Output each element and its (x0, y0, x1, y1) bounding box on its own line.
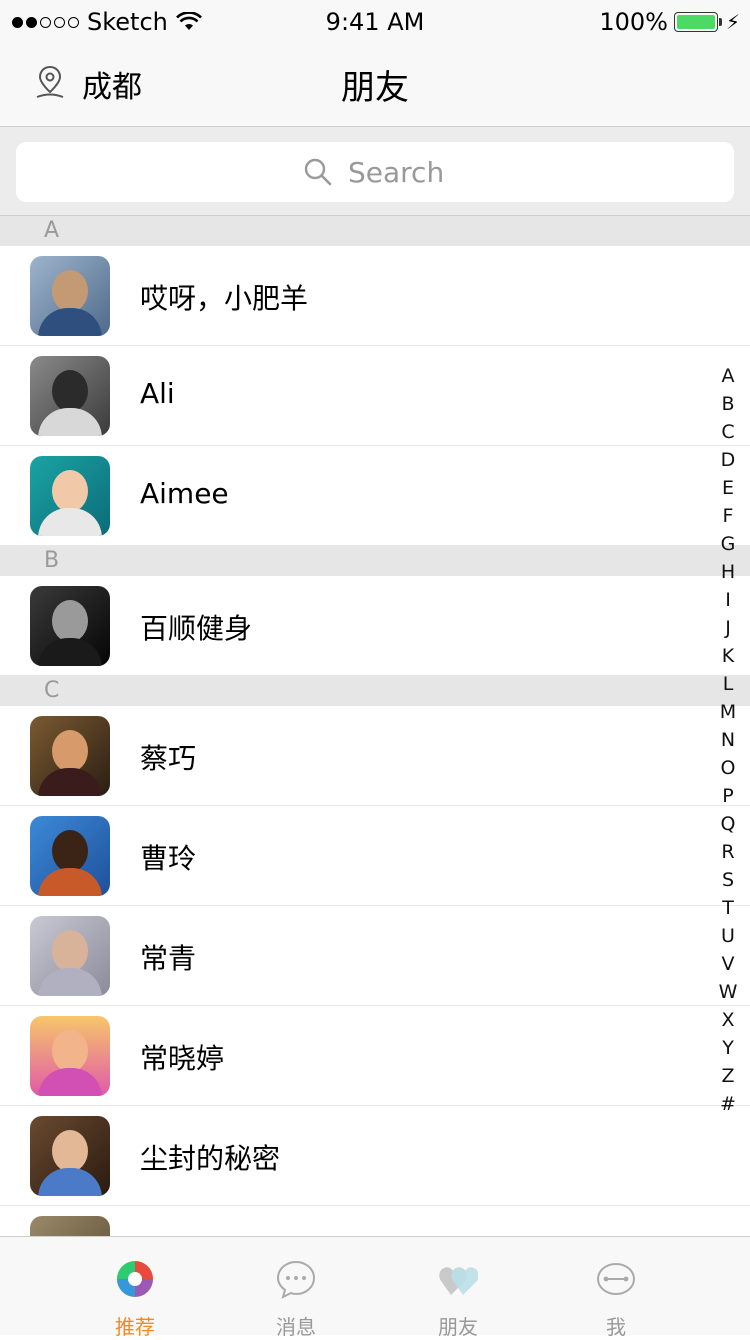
status-bar: Sketch 9:41 AM 100% ⚡ (0, 0, 750, 44)
message-icon (276, 1260, 316, 1299)
section-header-b: B (0, 546, 750, 576)
section-header-c: C (0, 676, 750, 706)
contact-name: 常青 (140, 942, 197, 975)
contact-name: Ali (140, 377, 175, 410)
avatar (30, 816, 110, 896)
contact-name: 尘封的秘密 (140, 1142, 281, 1175)
page-title: 朋友 (341, 68, 409, 108)
avatar (30, 256, 110, 336)
contact-row[interactable]: 蔡巧 (0, 706, 750, 806)
index-letter[interactable]: C (716, 418, 740, 446)
contact-name: 常晓婷 (140, 1042, 225, 1075)
contact-row[interactable]: 百顺健身 (0, 576, 750, 676)
alphabet-index[interactable]: A B C D E F G H I J K L M N O P Q R S T U V W X Y Z # (716, 362, 740, 1118)
avatar (30, 1016, 110, 1096)
tab-label: 消息 (276, 1315, 316, 1339)
contact-row[interactable]: 尘封的秘密 (0, 1106, 750, 1206)
contact-row[interactable]: Ali (0, 346, 750, 446)
tab-label: 我 (606, 1315, 626, 1339)
index-letter[interactable]: D (716, 446, 740, 474)
contact-name: 百顺健身 (140, 612, 253, 645)
index-letter[interactable]: A (716, 362, 740, 390)
recommend-icon (117, 1261, 153, 1297)
index-letter[interactable]: I (716, 586, 740, 614)
charging-icon: ⚡ (725, 10, 740, 34)
index-letter[interactable]: M (716, 698, 740, 726)
contact-row[interactable]: 哎呀，小肥羊 (0, 246, 750, 346)
index-letter[interactable]: G (716, 530, 740, 558)
index-letter[interactable]: X (716, 1006, 740, 1034)
index-letter[interactable]: U (716, 922, 740, 950)
avatar (30, 356, 110, 436)
contact-name: Aimee (140, 477, 229, 510)
index-letter[interactable]: Y (716, 1034, 740, 1062)
index-letter[interactable]: E (716, 474, 740, 502)
index-letter[interactable]: R (716, 838, 740, 866)
contact-name: 蔡巧 (140, 742, 197, 775)
avatar (30, 586, 110, 666)
tab-me[interactable]: 我 (556, 1237, 676, 1339)
contact-row[interactable]: 常晓婷 (0, 1006, 750, 1106)
index-letter[interactable]: K (716, 642, 740, 670)
friends-icon (439, 1267, 478, 1295)
avatar (30, 456, 110, 536)
index-letter[interactable]: S (716, 866, 740, 894)
tab-label: 朋友 (438, 1315, 478, 1339)
avatar (30, 716, 110, 796)
avatar (30, 1116, 110, 1196)
avatar (30, 916, 110, 996)
contact-row[interactable]: 常青 (0, 906, 750, 1006)
tab-label: 推荐 (115, 1315, 155, 1339)
index-letter[interactable]: O (716, 754, 740, 782)
status-right: 100% ⚡ (599, 8, 740, 36)
tab-messages[interactable]: 消息 (236, 1237, 356, 1339)
contact-row[interactable]: Aimee (0, 446, 750, 546)
index-letter[interactable]: N (716, 726, 740, 754)
navigation-bar: 成都 朋友 (0, 44, 750, 127)
contact-name: 哎呀，小肥羊 (140, 282, 309, 315)
tab-bar: 推荐 消息 朋友 我 (0, 1236, 750, 1339)
section-header-a: A (0, 216, 750, 246)
battery-icon (673, 12, 722, 32)
tab-recommend[interactable]: 推荐 (75, 1237, 195, 1339)
me-icon (597, 1263, 635, 1295)
index-letter[interactable]: H (716, 558, 740, 586)
index-letter[interactable]: Z (716, 1062, 740, 1090)
index-letter[interactable]: B (716, 390, 740, 418)
index-letter[interactable]: # (716, 1090, 740, 1118)
index-letter[interactable]: V (716, 950, 740, 978)
index-letter[interactable]: L (716, 670, 740, 698)
contact-list: A 哎呀，小肥羊 Ali Aimee B 百顺健身 C 蔡巧 曹玲 常青 常晓婷… (0, 216, 750, 1306)
index-letter[interactable]: W (716, 978, 740, 1006)
index-letter[interactable]: T (716, 894, 740, 922)
index-letter[interactable]: F (716, 502, 740, 530)
search-box[interactable] (16, 142, 734, 202)
index-letter[interactable]: Q (716, 810, 740, 838)
search-input[interactable] (346, 154, 446, 190)
index-letter[interactable]: P (716, 782, 740, 810)
index-letter[interactable]: J (716, 614, 740, 642)
search-bar-container (0, 127, 750, 216)
search-icon (304, 158, 332, 186)
contact-row[interactable]: 曹玲 (0, 806, 750, 906)
battery-percent: 100% (599, 8, 668, 36)
contact-name: 曹玲 (140, 842, 197, 875)
tab-friends[interactable]: 朋友 (398, 1237, 518, 1339)
